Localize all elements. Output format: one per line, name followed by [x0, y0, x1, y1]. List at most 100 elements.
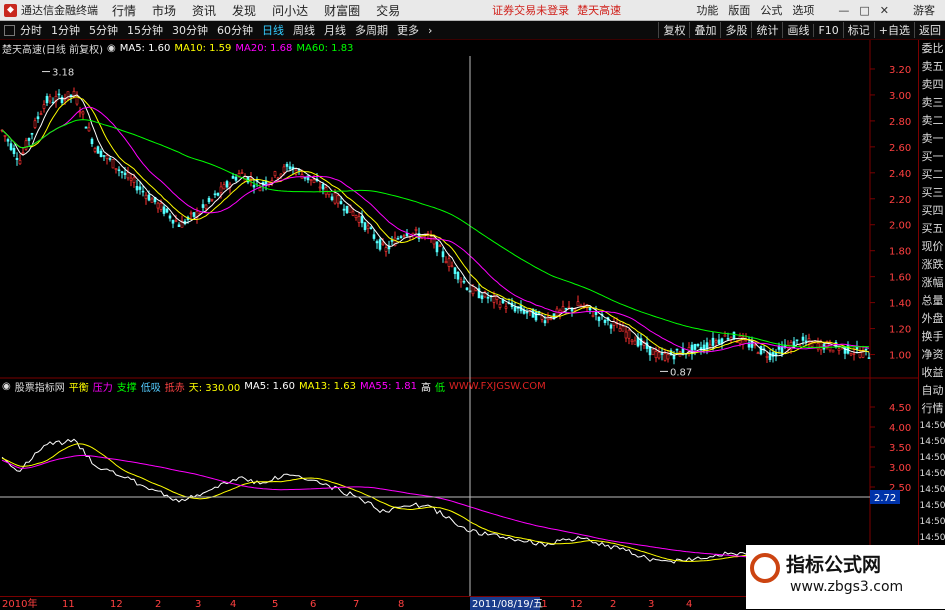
menu-item-discover[interactable]: 发现 — [232, 2, 256, 19]
price-tick-label: 3.00 — [889, 91, 911, 102]
period-intraday[interactable]: 分时 — [20, 22, 42, 38]
menu-function[interactable]: 功能 — [696, 2, 718, 18]
kline-chart[interactable]: 3.18 0.87 3.20 3.00 2.80 2.60 2.40 2.20 2.00 1.8… — [0, 40, 918, 596]
candle-body — [138, 186, 142, 190]
menu-formula[interactable]: 公式 — [760, 2, 782, 18]
period-5min[interactable]: 5分钟 — [89, 22, 118, 38]
ind-line-ma55 — [1, 454, 870, 562]
candle-body — [18, 160, 22, 165]
price-tick-label: 1.60 — [889, 273, 911, 284]
candle-body — [216, 192, 220, 196]
candle-body — [549, 318, 553, 320]
candle-body — [624, 331, 628, 339]
candle-body — [201, 204, 205, 208]
candle-body — [708, 344, 712, 348]
quote-side-panel[interactable]: 委比 卖五 卖四 卖三 卖二 卖一 买一 买二 买三 买四 买五 现价 涨跌 涨幅 总量 外盘 换手 净资 收益 自动… — [918, 40, 945, 609]
candle-body — [168, 215, 172, 219]
menu-item-quotes[interactable]: 行情 — [112, 2, 136, 19]
candle-body — [177, 224, 181, 228]
side-panel-label: 卖四 — [921, 78, 944, 91]
candle-body — [336, 195, 340, 204]
date-tick-label: 12 — [570, 599, 583, 610]
period-60min[interactable]: 60分钟 — [217, 22, 253, 38]
menu-item-news[interactable]: 资讯 — [192, 2, 216, 19]
candle-body — [837, 348, 841, 351]
moving-average-lines: 3.18 0.87 — [1, 68, 870, 378]
period-multi[interactable]: 多周期 — [355, 22, 388, 38]
panel-toggle-icon[interactable] — [4, 24, 15, 36]
f10-button[interactable]: F10 — [813, 23, 842, 37]
minimize-icon[interactable]: — — [838, 4, 849, 17]
side-panel-label: 卖五 — [921, 60, 944, 73]
period-30min[interactable]: 30分钟 — [172, 22, 208, 38]
date-tick-label: 2 — [610, 599, 616, 610]
candle-body — [618, 328, 622, 332]
candle-body — [105, 155, 109, 159]
candle-body — [282, 166, 286, 173]
side-panel-label: 买一 — [921, 150, 944, 163]
candle-body — [663, 353, 667, 361]
candle-body — [375, 241, 379, 244]
candle-body — [39, 113, 43, 115]
circle-icon[interactable]: ◉ — [107, 43, 116, 54]
candle-body — [675, 348, 679, 351]
candle-body — [150, 198, 154, 203]
menu-item-ask[interactable]: 问小达 — [272, 2, 308, 19]
period-1min[interactable]: 1分钟 — [51, 22, 80, 38]
draw-button[interactable]: 画线 — [782, 22, 813, 38]
candle-body — [498, 303, 502, 308]
menu-layout[interactable]: 版面 — [728, 2, 750, 18]
date-tick-label: 6 — [310, 599, 316, 610]
candle-body — [462, 280, 466, 283]
period-daily[interactable]: 日线 — [262, 22, 284, 38]
side-panel-label: 行情 — [921, 402, 944, 415]
candle-body — [333, 192, 337, 204]
crosshair-value: 2.72 — [874, 493, 896, 504]
menu-item-market[interactable]: 市场 — [152, 2, 176, 19]
add-watchlist-button[interactable]: +自选 — [873, 22, 914, 38]
period-15min[interactable]: 15分钟 — [127, 22, 163, 38]
overlay-button[interactable]: 叠加 — [689, 22, 720, 38]
candle-body — [801, 336, 805, 341]
price-tick-label: 2.20 — [889, 195, 911, 206]
side-panel-label: 买二 — [921, 168, 944, 181]
multi-stock-button[interactable]: 多股 — [720, 22, 751, 38]
side-panel-label: 涨幅 — [921, 276, 944, 289]
mark-button[interactable]: 标记 — [842, 22, 874, 38]
indicator-header: ◉ 股票指标网 平衡 压力 支撑 低吸 抵赤 天: 330.00 MA5: 1.… — [2, 379, 550, 394]
candle-body — [591, 315, 595, 317]
candle-body — [234, 176, 238, 181]
circle-icon[interactable]: ◉ — [2, 381, 11, 392]
price-chart-header: 楚天高速(日线 前复权) ◉ MA5: 1.60 MA10: 1.59 MA20… — [2, 41, 357, 56]
ma20-line — [1, 106, 870, 353]
login-status[interactable]: 证券交易未登录 — [492, 2, 569, 18]
indicator-tick-label: 4.50 — [889, 403, 911, 414]
menu-options[interactable]: 选项 — [792, 2, 814, 18]
stats-button[interactable]: 统计 — [751, 22, 782, 38]
candle-body — [339, 201, 343, 205]
period-toolbar: 分时 1分钟 5分钟 15分钟 30分钟 60分钟 日线 周线 月线 多周期 更… — [0, 21, 945, 40]
candle-body — [717, 339, 721, 344]
back-button[interactable]: 返回 — [914, 22, 945, 38]
side-panel-label: 涨跌 — [921, 258, 944, 271]
chevron-right-icon[interactable]: › — [428, 24, 432, 37]
period-monthly[interactable]: 月线 — [324, 22, 346, 38]
period-weekly[interactable]: 周线 — [293, 22, 315, 38]
candle-body — [849, 353, 853, 356]
guest-label[interactable]: 游客 — [913, 2, 935, 18]
candle-body — [42, 104, 46, 109]
menu-item-trade[interactable]: 交易 — [376, 2, 400, 19]
close-icon[interactable]: ✕ — [880, 4, 889, 17]
period-more[interactable]: 更多 — [397, 22, 419, 38]
candle-body — [165, 208, 169, 213]
side-panel-label: 14:50 — [919, 453, 945, 463]
candle-body — [819, 341, 823, 351]
candle-body — [147, 194, 151, 201]
candle-body — [753, 344, 757, 346]
candle-body — [9, 143, 13, 150]
maximize-icon[interactable]: □ — [859, 4, 869, 17]
date-tick-label: 2 — [155, 599, 161, 610]
candle-body — [222, 184, 226, 190]
adjust-button[interactable]: 复权 — [658, 22, 689, 38]
menu-item-wealth[interactable]: 财富圈 — [324, 2, 360, 19]
